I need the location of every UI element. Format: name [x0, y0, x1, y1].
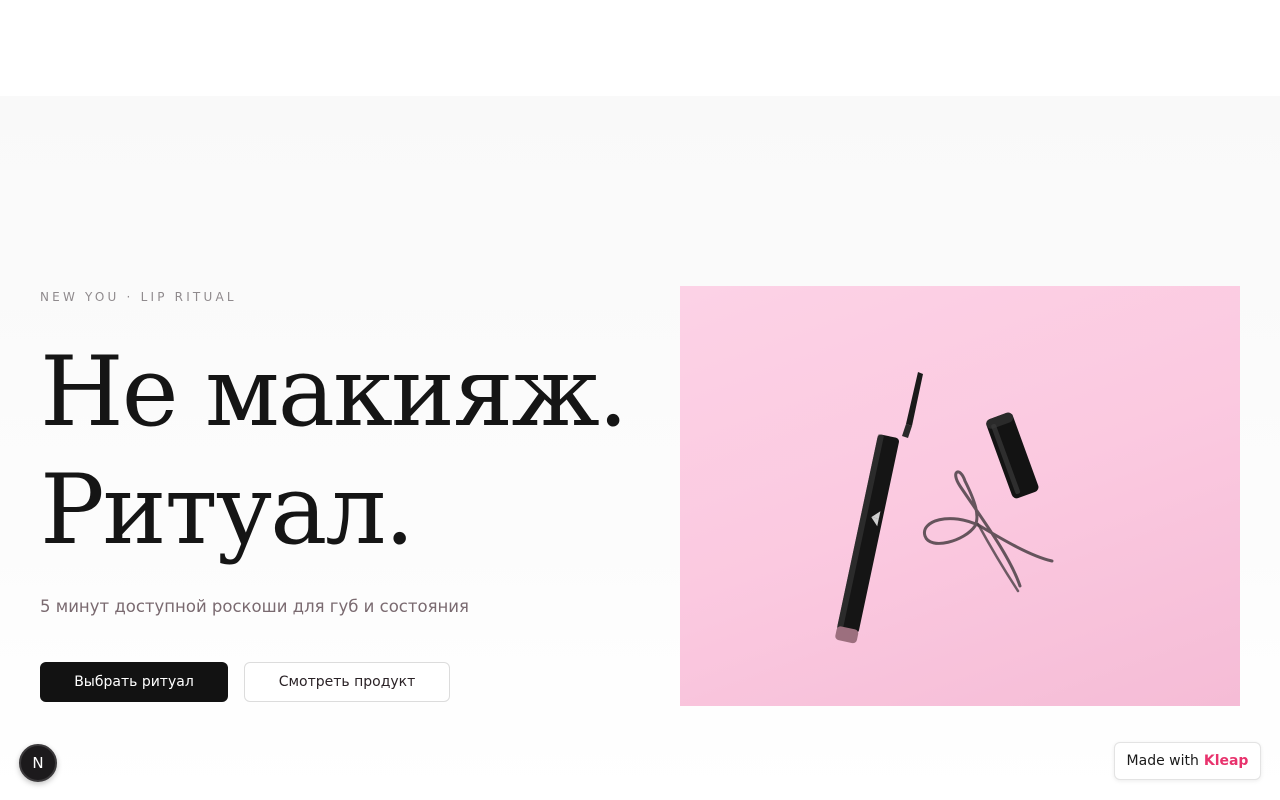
hero-eyebrow: NEW YOU · LIP RITUAL [40, 290, 237, 304]
headline-line-2: Ритуал. [40, 454, 415, 566]
hero-product-image: ◢◣ [680, 286, 1240, 706]
hero-headline: Не макияж. Ритуал. [40, 333, 628, 569]
kleap-prefix: Made with [1126, 753, 1199, 769]
headline-line-1: Не макияж. [40, 336, 628, 448]
kleap-brand: Kleap [1203, 753, 1249, 769]
choose-ritual-button[interactable]: Выбрать ритуал [40, 662, 228, 702]
top-bar [0, 0, 1280, 96]
lip-liner-illustration: ◢◣ [835, 372, 1054, 644]
view-product-button[interactable]: Смотреть продукт [244, 662, 450, 702]
user-avatar-badge[interactable]: N [19, 744, 57, 782]
made-with-kleap-badge[interactable]: Made with Kleap [1114, 742, 1261, 780]
hero-subtitle: 5 минут доступной роскоши для губ и сост… [40, 597, 469, 616]
